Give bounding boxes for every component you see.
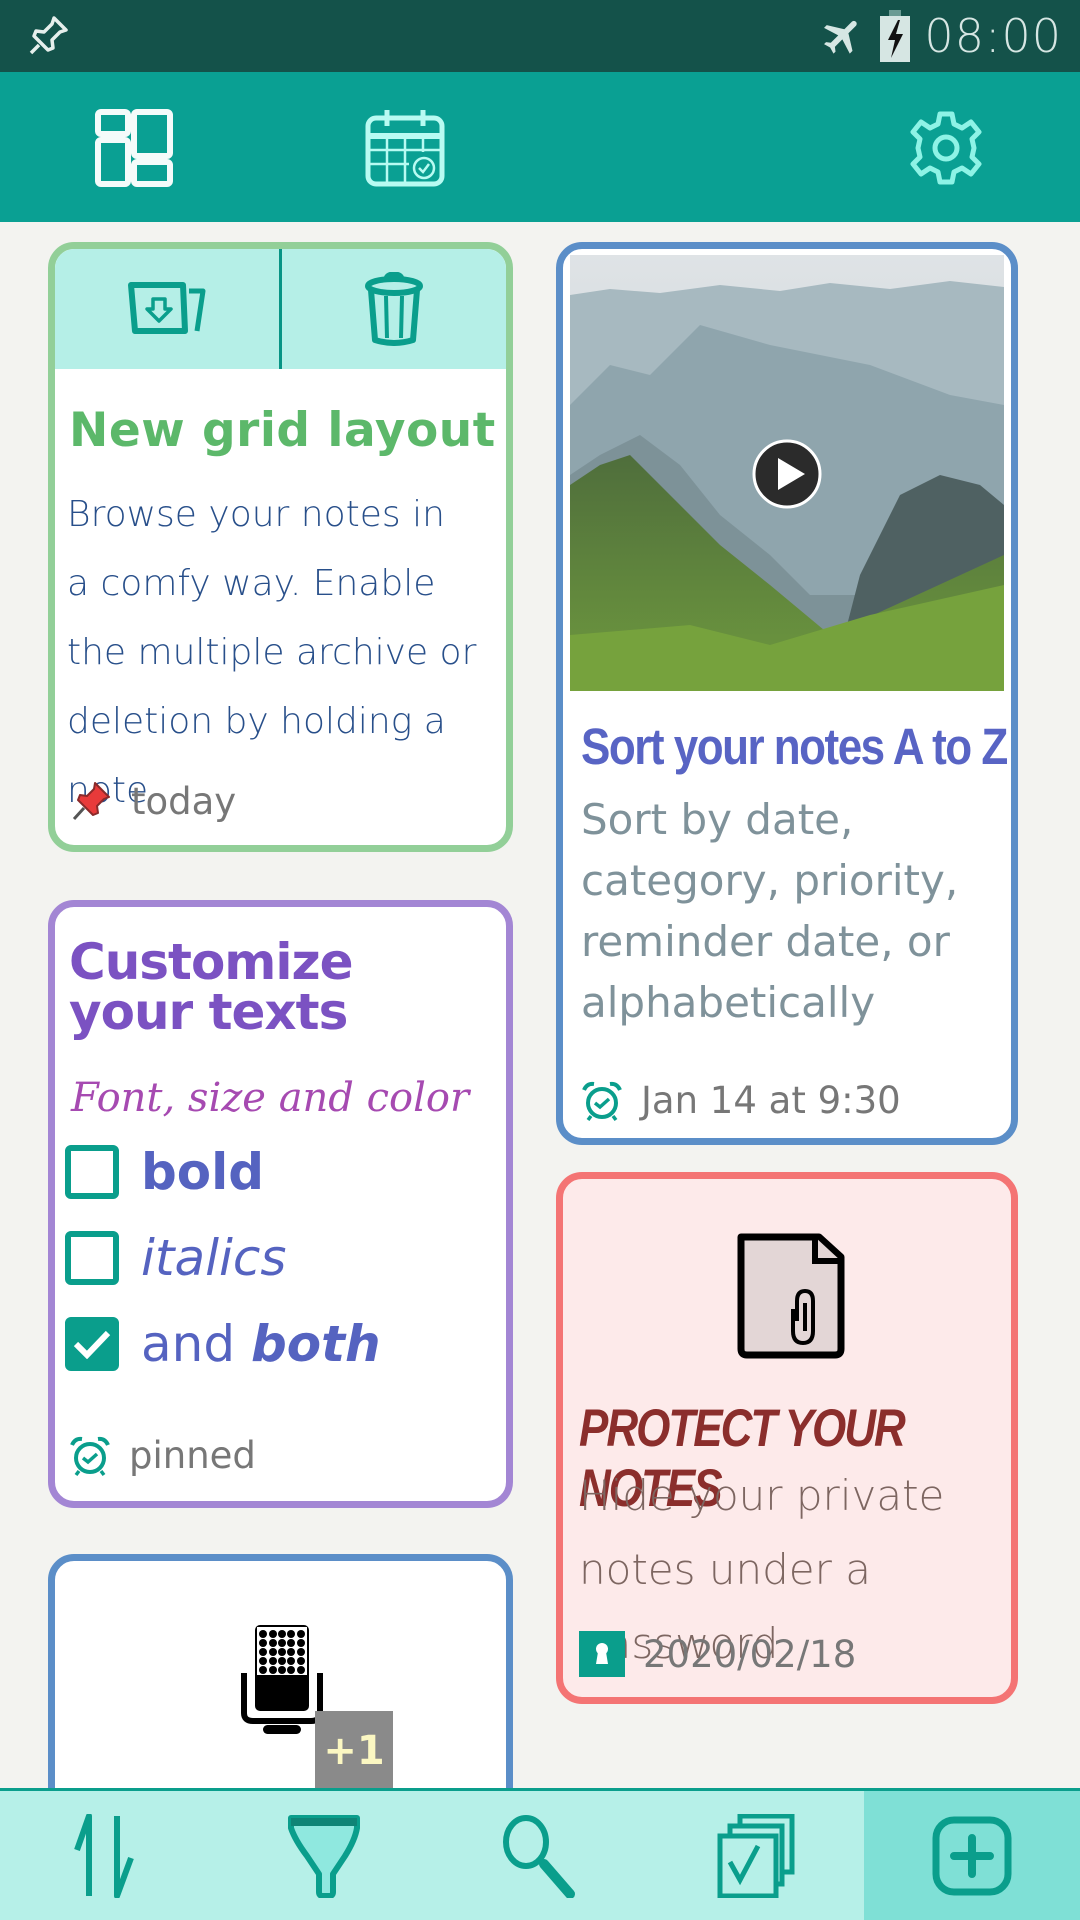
checklist-label: italics — [141, 1229, 287, 1287]
note-date: today — [131, 779, 237, 823]
note-body-line: a comfy way. Enable — [67, 563, 436, 604]
delete-button[interactable] — [282, 249, 506, 369]
video-thumbnail[interactable] — [570, 255, 1004, 691]
checkmark-icon — [73, 1330, 111, 1359]
label-plain: and — [141, 1315, 251, 1373]
grid-layout-button[interactable] — [86, 100, 182, 196]
archive-button[interactable] — [55, 249, 279, 369]
note-card-audio[interactable]: +1 — [48, 1554, 513, 1790]
play-icon[interactable] — [751, 438, 823, 510]
settings-button[interactable] — [898, 100, 994, 196]
sort-arrows-icon — [74, 1813, 134, 1898]
checklist-label: bold — [141, 1143, 265, 1201]
microphone-icon — [241, 1625, 323, 1734]
airplane-mode-icon — [824, 20, 858, 54]
checklist-label: and both — [141, 1315, 381, 1373]
note-body-line: Browse your notes in — [67, 494, 445, 535]
label-emphasis: both — [250, 1315, 381, 1373]
note-subtitle: Font, size and color — [71, 1075, 470, 1121]
status-bar: 08:00 — [0, 0, 1080, 72]
note-title-line: Customize — [69, 933, 354, 991]
note-body: Sort by date, category, priority, remind… — [581, 795, 959, 1027]
reminder-date: Jan 14 at 9:30 — [641, 1079, 901, 1122]
filter-button[interactable] — [216, 1791, 432, 1920]
clock: 08:00 — [924, 9, 1062, 63]
note-meta: today — [69, 779, 236, 823]
note-card-customize-texts[interactable]: Customize your texts Font, size and colo… — [48, 900, 513, 1508]
trash-icon — [365, 272, 423, 346]
checklist-item[interactable]: bold — [65, 1129, 506, 1215]
multi-select-button[interactable] — [648, 1791, 864, 1920]
note-body-line: the multiple archive or — [67, 632, 477, 673]
calendar-button[interactable] — [357, 100, 453, 196]
filter-funnel-icon — [288, 1814, 360, 1898]
note-date: 2020/02/18 — [643, 1632, 857, 1676]
file-attachment-icon — [737, 1233, 845, 1359]
search-icon — [503, 1814, 575, 1898]
app-bar — [0, 72, 1080, 222]
note-body-line: notes under a — [579, 1545, 871, 1594]
archive-folder-icon — [128, 282, 206, 334]
alarm-clock-icon — [70, 1436, 110, 1476]
grid-layout-icon — [95, 109, 173, 187]
gear-icon — [910, 111, 982, 185]
note-action-bar — [55, 249, 506, 369]
note-card-new-grid-layout[interactable]: New grid layout Browse your notes in a c… — [48, 242, 513, 852]
note-meta: pinned — [69, 1434, 256, 1477]
lock-icon — [579, 1631, 625, 1677]
add-note-button[interactable] — [864, 1791, 1080, 1920]
note-title: Customize your texts — [69, 937, 506, 1037]
attachment-count-badge: +1 — [315, 1711, 393, 1790]
note-card-protect-notes[interactable]: PROTECT YOUR NOTES Hide your private not… — [556, 1172, 1018, 1704]
checkbox-checked[interactable] — [65, 1317, 119, 1371]
sort-button[interactable] — [0, 1791, 216, 1920]
note-status: pinned — [129, 1434, 256, 1477]
alarm-clock-icon — [582, 1081, 622, 1121]
note-body-line: Hide your private — [579, 1471, 945, 1520]
note-card-sort-notes[interactable]: Sort your notes A to Z Sort by date, cat… — [556, 242, 1018, 1145]
notes-grid: New grid layout Browse your notes in a c… — [0, 222, 1080, 1790]
bottom-toolbar — [0, 1788, 1080, 1920]
note-title-line: your texts — [69, 983, 348, 1041]
checkbox-unchecked[interactable] — [65, 1145, 119, 1199]
note-meta: Jan 14 at 9:30 — [581, 1079, 901, 1122]
checklist-item[interactable]: and both — [65, 1301, 506, 1387]
search-button[interactable] — [432, 1791, 648, 1920]
checklist-item[interactable]: italics — [65, 1215, 506, 1301]
red-pushpin-icon — [72, 782, 110, 821]
calendar-alarm-icon — [365, 110, 445, 187]
note-title: Sort your notes A to Z — [581, 719, 1008, 776]
note-body: Browse your notes in a comfy way. Enable… — [67, 480, 496, 825]
multi-select-check-icon — [717, 1813, 795, 1898]
battery-charging-icon — [880, 10, 911, 62]
note-meta: 2020/02/18 — [579, 1631, 856, 1677]
add-square-icon — [932, 1816, 1012, 1895]
checklist: bold italics and both — [55, 1129, 506, 1387]
note-title: New grid layout — [69, 403, 496, 458]
checkbox-unchecked[interactable] — [65, 1231, 119, 1285]
pushpin-notification-icon — [29, 16, 68, 55]
